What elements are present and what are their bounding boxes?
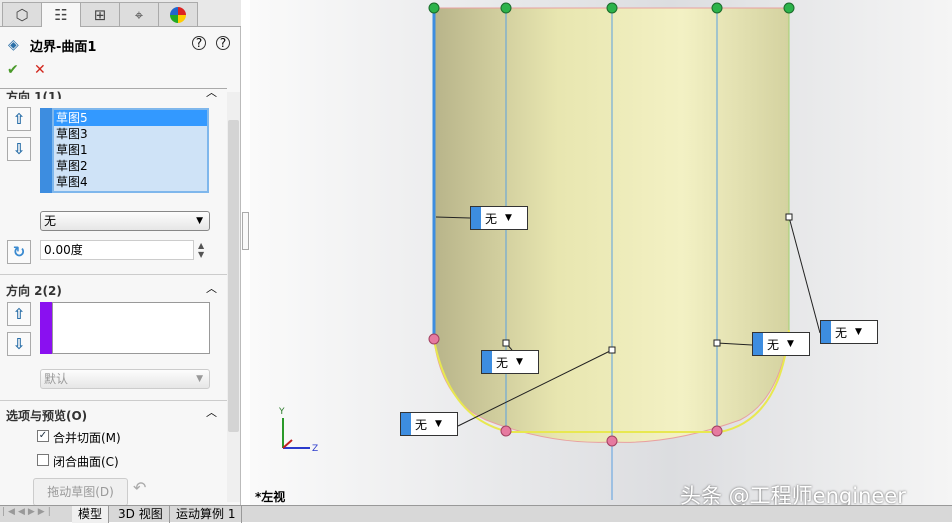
scrollbar-thumb[interactable] [228, 120, 239, 432]
divider [0, 274, 227, 275]
help-icon[interactable]: ? [216, 36, 230, 50]
direction2-header[interactable]: 方向 2(2) [6, 282, 62, 299]
splitter[interactable] [241, 0, 250, 505]
direction1-tangency-select[interactable]: 无 ▼ [40, 211, 210, 231]
panel-scrollbar[interactable] [227, 92, 240, 502]
feature-manager-tab[interactable]: ⬡ [2, 2, 42, 27]
chevron-down-icon: ▼ [196, 374, 203, 384]
list-item[interactable]: 草图2 [54, 158, 207, 174]
dimxpert-tab[interactable]: ⌖ [119, 2, 159, 27]
angle-spinner[interactable]: ▲ ▼ [198, 241, 204, 259]
property-manager-tab[interactable]: ☷ [41, 2, 81, 27]
list-item[interactable]: 草图1 [54, 142, 207, 158]
model-drawing: Y Z [278, 2, 821, 500]
tangency-callout[interactable]: 无 ▼ [820, 320, 878, 344]
direction1-color-bar [40, 108, 52, 193]
triad-y-label: Y [278, 407, 285, 417]
reverse-direction-button[interactable]: ↻ [7, 240, 31, 264]
tab-model[interactable]: 模型 [72, 506, 110, 523]
angle-input[interactable]: 0.00度 [40, 240, 194, 260]
tab-3d-view[interactable]: 3D 视图 [112, 506, 170, 523]
triad-z-label: Z [312, 444, 318, 454]
manager-tabs: ⬡ ☷ ⊞ ⌖ [0, 0, 241, 27]
move-up-button[interactable]: ⇧ [7, 302, 31, 326]
tab-motion-study[interactable]: 运动算例 1 [170, 506, 243, 523]
move-down-button[interactable]: ⇩ [7, 332, 31, 356]
collapse-icon[interactable]: ︿ [206, 404, 217, 420]
chevron-down-icon: ▼ [196, 216, 203, 226]
tangency-callout[interactable]: 无 ▼ [752, 332, 810, 356]
options-header[interactable]: 选项与预览(O) [6, 407, 87, 424]
close-surface-label: 闭合曲面(C) [53, 455, 119, 469]
view-orientation-label: *左视 [255, 490, 286, 504]
cancel-button[interactable]: ✕ [34, 62, 46, 78]
collapse-icon[interactable]: ︿ [206, 280, 217, 296]
bottom-tab-bar: |◀◀▶▶| 模型 3D 视图 运动算例 1 [0, 505, 952, 523]
list-item[interactable]: 草图3 [54, 126, 207, 142]
direction2-color-bar [40, 302, 52, 354]
property-manager-panel: ⬡ ☷ ⊞ ⌖ ◈ 边界-曲面1 ? ? ✔ ✕ 方向 1(1) ︿ ⇧ ⇩ 草… [0, 0, 241, 506]
tangency-callout[interactable]: 无 ▼ [470, 206, 528, 230]
tangency-callout[interactable]: 无 ▼ [400, 412, 458, 436]
move-up-button[interactable]: ⇧ [7, 107, 31, 131]
list-item[interactable]: 草图5 [54, 110, 207, 126]
display-manager-tab[interactable] [158, 2, 198, 27]
tangency-value: 默认 [44, 372, 69, 386]
undo-icon[interactable]: ↶ [133, 478, 146, 497]
feature-title: 边界-曲面1 [30, 40, 97, 55]
direction2-profile-list[interactable] [52, 302, 210, 354]
direction2-tangency-select[interactable]: 默认 ▼ [40, 369, 210, 389]
drag-sketch-button[interactable]: 拖动草图(D) [33, 478, 128, 506]
move-down-button[interactable]: ⇩ [7, 137, 31, 161]
divider [0, 400, 227, 401]
splitter-handle[interactable] [242, 212, 249, 250]
direction1-profile-list[interactable]: 草图5 草图3 草图1 草图2 草图4 [52, 108, 209, 193]
tab-navigation-arrows[interactable]: |◀◀▶▶| [2, 507, 66, 521]
merge-tangent-label: 合并切面(M) [53, 431, 121, 445]
close-surface-checkbox[interactable] [37, 454, 49, 466]
direction1-header[interactable]: 方向 1(1) [6, 88, 62, 99]
whats-wrong-help-icon[interactable]: ? [192, 36, 206, 50]
merge-tangent-checkbox[interactable]: ✓ [37, 430, 49, 442]
configuration-manager-tab[interactable]: ⊞ [80, 2, 120, 27]
graphics-viewport[interactable]: Y Z 无 ▼ 无 ▼ 无 ▼ 无 ▼ 无 ▼ *左视 头条 @工程师engineer [250, 0, 952, 508]
tangency-value: 无 [44, 214, 57, 228]
collapse-icon[interactable]: ︿ [206, 84, 217, 100]
ok-button[interactable]: ✔ [7, 62, 19, 78]
triad [282, 418, 310, 449]
list-item[interactable]: 草图4 [54, 174, 207, 190]
boundary-surface-icon: ◈ [8, 37, 19, 53]
tangency-callout[interactable]: 无 ▼ [481, 350, 539, 374]
